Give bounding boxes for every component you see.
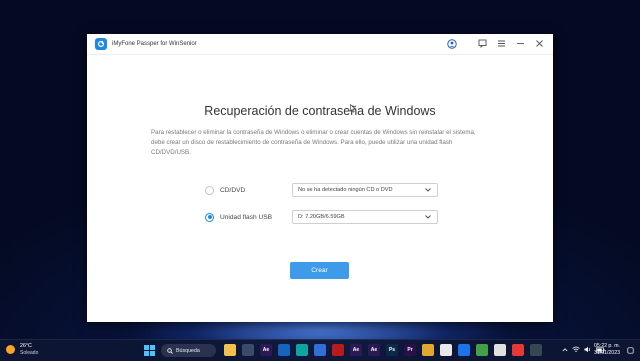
volume-icon[interactable]	[584, 346, 592, 353]
feedback-icon[interactable]	[477, 38, 488, 49]
cd-dvd-select-value: No se ha detectado ningún CD o DVD	[298, 187, 393, 193]
illustrator-icon[interactable]	[494, 344, 506, 356]
close-icon[interactable]	[534, 38, 545, 49]
chrome-icon[interactable]	[440, 344, 452, 356]
usb-select[interactable]: D: 7.20GB/6.59GB	[292, 210, 438, 224]
app-title: iMyFone Passper for WinSenior	[112, 41, 197, 47]
photoshop-icon[interactable]: Ps	[386, 344, 398, 356]
davinci-icon[interactable]	[332, 344, 344, 356]
app-window: iMyFone Passper for WinSenior Recuperaci…	[87, 34, 553, 322]
weather-widget[interactable]: 26°C Soleado	[6, 343, 38, 356]
app-logo-icon	[95, 38, 107, 50]
cd-dvd-label: CD/DVD	[220, 186, 246, 194]
cd-dvd-radio[interactable]	[205, 185, 214, 195]
after-effects-icon[interactable]: Ae	[368, 344, 380, 356]
option-usb[interactable]: Unidad flash USB D: 7.20GB/6.59GB	[205, 210, 438, 224]
taskbar-search[interactable]: Búsqueda	[161, 344, 216, 357]
store-icon[interactable]	[314, 344, 326, 356]
windows-start-icon[interactable]	[144, 345, 155, 356]
app-dark-icon[interactable]	[530, 344, 542, 356]
usb-label: Unidad flash USB	[220, 213, 273, 221]
page-title: Recuperación de contraseña de Windows	[204, 104, 436, 118]
sun-icon	[6, 345, 15, 354]
edge-icon[interactable]	[458, 344, 470, 356]
edge-icon[interactable]	[296, 344, 308, 356]
title-bar: iMyFone Passper for WinSenior	[87, 34, 553, 55]
option-cd-dvd[interactable]: CD/DVD No se ha detectado ningún CD o DV…	[205, 183, 438, 197]
app-red-icon[interactable]	[512, 344, 524, 356]
clock-date: 31/01/2023	[594, 350, 620, 356]
chevron-up-icon[interactable]	[562, 347, 568, 353]
search-label: Búsqueda	[176, 347, 200, 354]
file-explorer-icon[interactable]	[224, 344, 236, 356]
wifi-icon[interactable]	[572, 346, 580, 353]
after-effects-icon[interactable]: Ae	[350, 344, 362, 356]
taskbar: 26°C Soleado Búsqueda Ae Ae Ae Ps Pr 05:22 p…	[0, 339, 640, 361]
mouse-cursor-icon	[350, 104, 356, 113]
weather-condition: Soleado	[20, 349, 39, 356]
after-effects-icon[interactable]: Ae	[260, 344, 272, 356]
account-icon[interactable]	[446, 38, 457, 49]
notification-icon[interactable]	[627, 347, 634, 354]
minimize-icon[interactable]	[515, 38, 526, 49]
premiere-icon[interactable]: Pr	[404, 344, 416, 356]
menu-icon[interactable]	[496, 38, 507, 49]
search-icon	[167, 347, 173, 354]
notes-icon[interactable]	[476, 344, 488, 356]
page-description: Para restablecer o eliminar la contraseñ…	[151, 129, 476, 156]
folder-icon[interactable]	[422, 344, 434, 356]
taskbar-clock[interactable]: 05:22 p. m. 31/01/2023	[594, 343, 620, 357]
create-button[interactable]: Crear	[290, 262, 349, 279]
chevron-down-icon	[425, 215, 431, 219]
clock-time: 05:22 p. m.	[594, 343, 620, 349]
cd-dvd-select[interactable]: No se ha detectado ningún CD o DVD	[292, 183, 438, 197]
camera-icon[interactable]	[242, 344, 254, 356]
usb-radio[interactable]	[205, 212, 214, 222]
media-player-icon[interactable]	[278, 344, 290, 356]
usb-select-value: D: 7.20GB/6.59GB	[298, 214, 345, 220]
chevron-down-icon	[425, 188, 431, 192]
